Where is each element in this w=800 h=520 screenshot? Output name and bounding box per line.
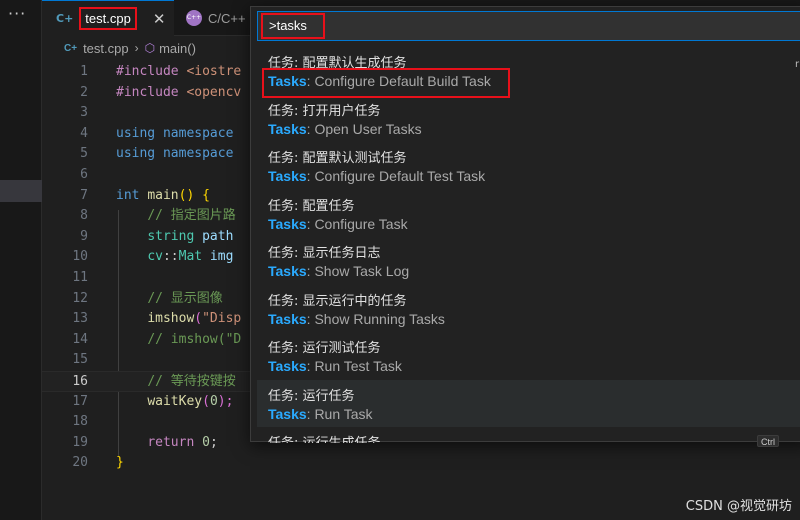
code-line: 20} bbox=[72, 455, 124, 471]
close-icon[interactable]: ✕ bbox=[153, 10, 166, 28]
command-label-en: Tasks: Configure Task bbox=[268, 215, 408, 232]
command-label-en: Tasks: Run Task bbox=[268, 405, 373, 422]
command-item-run-test-task[interactable]: 任务: 运行测试任务 Tasks: Run Test Task bbox=[257, 332, 800, 380]
command-query[interactable]: >tasks bbox=[261, 13, 325, 39]
chevron-right-icon: › bbox=[134, 41, 139, 55]
annotation-highlight-box bbox=[262, 68, 510, 98]
command-label-en: Tasks: Run Test Task bbox=[268, 358, 402, 374]
command-item-configure-default-build-task[interactable]: 任务: 配置默认生成任务 Tasks: Configure Default Bu… bbox=[257, 47, 800, 98]
command-palette: >tasks 任务: 配置默认生成任务 Tasks: Configure Def… bbox=[250, 6, 800, 447]
watermark: CSDN @视觉研坊 bbox=[685, 499, 792, 514]
command-item-run-task[interactable]: 任务: 运行任务 Tasks: Run Task bbox=[257, 379, 800, 427]
tab-label: test.cpp bbox=[79, 7, 137, 30]
command-item-configure-task[interactable]: 任务: 配置任务 Tasks: Configure Task bbox=[257, 190, 800, 238]
command-item-run-build-task[interactable]: 任务: 运行生成任务 bbox=[257, 427, 800, 443]
command-label-en: Tasks: Open User Tasks bbox=[268, 120, 422, 137]
command-palette-input[interactable]: >tasks bbox=[257, 11, 800, 41]
tab-test-cpp[interactable]: C+ test.cpp ✕ bbox=[42, 0, 174, 36]
command-label-en: Tasks: Configure Default Test Task bbox=[268, 168, 486, 184]
cpp-extension-icon: C++ bbox=[186, 10, 202, 26]
command-label-zh: 任务: 运行测试任务 bbox=[268, 341, 381, 356]
command-label-zh: 任务: 配置任务 bbox=[268, 198, 355, 214]
keybinding-label: Ctrl bbox=[757, 435, 779, 447]
command-label-en: Tasks: Show Task Log bbox=[268, 263, 410, 279]
activity-bar: ··· bbox=[0, 0, 42, 520]
command-label-zh: 任务: 运行任务 bbox=[268, 388, 355, 404]
more-actions-icon[interactable]: ··· bbox=[8, 4, 26, 23]
command-item-open-user-tasks[interactable]: 任务: 打开用户任务 Tasks: Open User Tasks bbox=[257, 95, 800, 143]
command-label-zh: 任务: 显示任务日志 bbox=[268, 246, 381, 261]
command-label-zh: 任务: 运行生成任务 bbox=[268, 432, 381, 443]
breadcrumb-file[interactable]: test.cpp bbox=[83, 41, 129, 56]
command-label-zh: 任务: 显示运行中的任务 bbox=[268, 293, 407, 309]
command-label-zh: 任务: 配置默认测试任务 bbox=[268, 151, 407, 166]
command-label-zh: 任务: 打开用户任务 bbox=[268, 103, 381, 119]
command-item-show-running-tasks[interactable]: 任务: 显示运行中的任务 Tasks: Show Running Tasks bbox=[257, 285, 800, 333]
command-item-configure-default-test-task[interactable]: 任务: 配置默认测试任务 Tasks: Configure Default Te… bbox=[257, 142, 800, 190]
tab-label: C/C++ bbox=[208, 10, 246, 26]
cpp-file-icon: C+ bbox=[64, 42, 78, 54]
command-item-show-task-log[interactable]: 任务: 显示任务日志 Tasks: Show Task Log bbox=[257, 237, 800, 285]
activity-active-indicator bbox=[0, 180, 42, 202]
command-label-en: Tasks: Show Running Tasks bbox=[268, 310, 445, 327]
breadcrumb-symbol[interactable]: main() bbox=[159, 41, 196, 56]
cpp-file-icon: C+ bbox=[56, 12, 74, 25]
command-results-list: 任务: 配置默认生成任务 Tasks: Configure Default Bu… bbox=[257, 47, 800, 443]
method-icon: ⬡ bbox=[144, 41, 156, 55]
side-indicator: r bbox=[795, 59, 800, 70]
